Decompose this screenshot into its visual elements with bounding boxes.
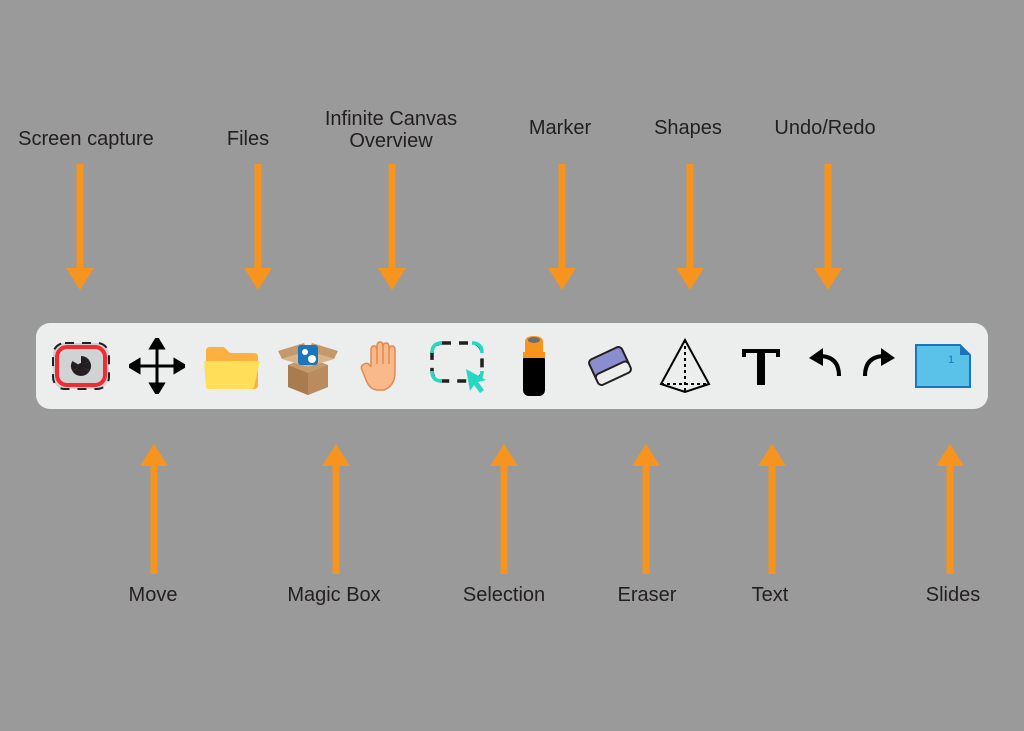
arrow-up-icon — [322, 444, 350, 574]
eraser-icon — [582, 342, 638, 390]
arrow-up-icon — [490, 444, 518, 574]
shapes-button[interactable] — [654, 335, 716, 397]
diagram-stage: Screen capture Files Infinite Canvas Ove… — [0, 0, 1024, 731]
infinite-canvas-icon — [360, 338, 406, 394]
arrow-down-icon — [66, 164, 94, 290]
text-icon — [738, 343, 784, 389]
screen-capture-button[interactable] — [50, 335, 112, 397]
screen-capture-icon — [50, 340, 112, 392]
arrow-up-icon — [936, 444, 964, 574]
label-text: Text — [740, 584, 800, 606]
arrow-down-icon — [548, 164, 576, 290]
label-selection: Selection — [454, 584, 554, 606]
shapes-icon — [657, 338, 713, 394]
arrow-down-icon — [676, 164, 704, 290]
move-button[interactable] — [126, 335, 188, 397]
arrow-up-icon — [140, 444, 168, 574]
undo-button[interactable] — [805, 335, 845, 397]
files-button[interactable] — [201, 335, 263, 397]
marker-button[interactable] — [503, 335, 565, 397]
selection-icon — [428, 339, 490, 393]
toolbar: 1 — [36, 323, 988, 409]
label-move: Move — [118, 584, 188, 606]
label-slides: Slides — [918, 584, 988, 606]
selection-button[interactable] — [428, 335, 490, 397]
arrow-down-icon — [378, 164, 406, 290]
undo-icon — [805, 346, 845, 386]
marker-icon — [517, 336, 551, 396]
label-files: Files — [218, 128, 278, 150]
label-screen-capture: Screen capture — [16, 128, 156, 150]
label-canvas: Infinite Canvas Overview — [316, 108, 466, 152]
arrow-up-icon — [758, 444, 786, 574]
arrow-down-icon — [244, 164, 272, 290]
magic-box-icon — [278, 337, 338, 395]
eraser-button[interactable] — [579, 335, 641, 397]
redo-button[interactable] — [859, 335, 899, 397]
text-button[interactable] — [730, 335, 792, 397]
files-icon — [202, 341, 262, 391]
slides-button[interactable]: 1 — [912, 335, 974, 397]
label-shapes: Shapes — [648, 117, 728, 139]
magic-box-button[interactable] — [277, 335, 339, 397]
label-undo: Undo/Redo — [770, 117, 880, 139]
redo-icon — [859, 346, 899, 386]
label-magicbox: Magic Box — [284, 584, 384, 606]
slide-number: 1 — [948, 354, 954, 366]
infinite-canvas-button[interactable] — [352, 335, 414, 397]
arrow-up-icon — [632, 444, 660, 574]
label-eraser: Eraser — [612, 584, 682, 606]
arrow-down-icon — [814, 164, 842, 290]
move-icon — [129, 338, 185, 394]
slides-icon: 1 — [914, 343, 972, 389]
label-marker: Marker — [520, 117, 600, 139]
